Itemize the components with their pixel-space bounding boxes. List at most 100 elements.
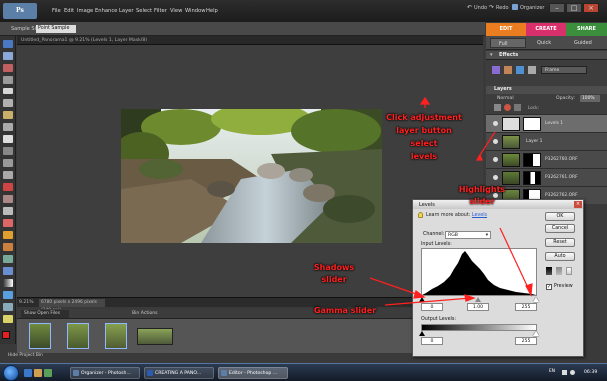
output-black-field[interactable]: 0: [421, 337, 443, 345]
close-icon[interactable]: ×: [574, 201, 582, 208]
language-indicator[interactable]: EN: [549, 369, 555, 374]
redo-icon[interactable]: ↷: [489, 4, 494, 11]
spot-healing-tool-icon[interactable]: [3, 195, 13, 203]
input-black-field[interactable]: 0: [421, 303, 443, 311]
minimize-icon[interactable]: –: [549, 3, 565, 13]
output-black-slider[interactable]: [419, 331, 425, 336]
layer-row-levels[interactable]: Levels 1: [486, 114, 607, 132]
output-white-slider[interactable]: [533, 331, 539, 336]
zoom-level[interactable]: 9.21%: [19, 300, 34, 305]
menu-help[interactable]: Help: [206, 8, 218, 14]
undo-icon[interactable]: ↶: [467, 4, 472, 11]
quick-selection-tool-icon[interactable]: [3, 123, 13, 131]
gamma-slider[interactable]: [475, 297, 481, 302]
paint-bucket-tool-icon[interactable]: [3, 267, 13, 275]
black-eyedropper-icon[interactable]: [546, 267, 552, 275]
effects-category-select[interactable]: Frame: [541, 66, 587, 74]
show-open-files-select[interactable]: Show Open Files: [21, 310, 69, 318]
ok-button[interactable]: OK: [545, 212, 575, 221]
folder-icon[interactable]: [34, 369, 42, 377]
preview-checkbox[interactable]: ✓: [546, 284, 552, 290]
menu-enhance[interactable]: Enhance: [95, 8, 117, 14]
adjustment-layer-icon[interactable]: [504, 104, 511, 111]
input-gamma-field[interactable]: 1.00: [467, 303, 489, 311]
undo-button[interactable]: Undo: [474, 5, 487, 11]
input-white-field[interactable]: 255: [515, 303, 537, 311]
menu-file[interactable]: File: [52, 8, 61, 14]
magic-wand-tool-icon[interactable]: [3, 111, 13, 119]
taskbar-item-document[interactable]: CREATING A PANO...: [144, 367, 214, 379]
crop-tool-icon[interactable]: [3, 147, 13, 155]
visibility-eye-icon[interactable]: [493, 175, 498, 180]
pencil-tool-icon[interactable]: [3, 231, 13, 239]
document-tab[interactable]: Untitled_Panorama1 @ 9.21% (Levels 1, La…: [17, 36, 483, 45]
menu-layer[interactable]: Layer: [119, 8, 133, 14]
tab-guided-edit[interactable]: Guided: [566, 38, 604, 48]
start-button[interactable]: [3, 365, 19, 381]
tab-edit[interactable]: EDIT: [486, 23, 526, 36]
layer-mask-thumbnail[interactable]: [523, 117, 541, 131]
highlights-slider[interactable]: [533, 297, 539, 302]
clone-stamp-tool-icon[interactable]: [3, 207, 13, 215]
filters-icon[interactable]: [492, 66, 500, 74]
volume-icon[interactable]: [570, 370, 575, 375]
blur-tool-icon[interactable]: [3, 303, 13, 311]
lasso-tool-icon[interactable]: [3, 99, 13, 107]
channel-select[interactable]: RGB ▾: [445, 231, 491, 239]
hide-project-bin-toggle[interactable]: Hide Project Bin: [8, 353, 43, 358]
layer-mask-thumbnail[interactable]: [523, 153, 541, 167]
brush-tool-icon[interactable]: [3, 243, 13, 251]
zoom-tool-icon[interactable]: [3, 52, 13, 60]
tab-quick-fix[interactable]: Quick: [529, 38, 565, 48]
new-layer-icon[interactable]: [494, 104, 501, 111]
collapse-arrow-icon[interactable]: ▾: [490, 52, 493, 58]
media-icon[interactable]: [44, 369, 52, 377]
effects-panel-header[interactable]: ▾ Effects: [486, 51, 607, 60]
close-icon[interactable]: ×: [583, 3, 599, 13]
layer-mask-thumbnail[interactable]: [523, 171, 541, 185]
redo-button[interactable]: Redo: [496, 5, 509, 11]
tab-full-edit[interactable]: Full: [490, 38, 526, 48]
tab-share[interactable]: SHARE: [566, 23, 607, 36]
network-icon[interactable]: [562, 370, 567, 375]
layer-row-layer1[interactable]: Layer 1: [486, 132, 607, 150]
layers-panel-header[interactable]: Layers: [486, 86, 607, 94]
layer-styles-icon[interactable]: [504, 66, 512, 74]
sample-size-select[interactable]: Point Sample: [36, 25, 76, 33]
reset-button[interactable]: Reset: [545, 238, 575, 247]
menu-window[interactable]: Window: [185, 8, 205, 14]
menu-view[interactable]: View: [170, 8, 182, 14]
foreground-color-swatch[interactable]: [2, 331, 10, 339]
taskbar-item-organizer[interactable]: Organizer - Photosh...: [70, 367, 140, 379]
output-white-field[interactable]: 255: [515, 337, 537, 345]
gradient-tool-icon[interactable]: [3, 279, 13, 287]
sponge-tool-icon[interactable]: [3, 315, 13, 323]
maximize-icon[interactable]: □: [566, 3, 582, 13]
straighten-tool-icon[interactable]: [3, 171, 13, 179]
blend-mode-select[interactable]: Normal: [497, 96, 514, 101]
opacity-input[interactable]: 100%: [580, 95, 600, 102]
eraser-tool-icon[interactable]: [3, 219, 13, 227]
visibility-eye-icon[interactable]: [493, 139, 498, 144]
visibility-eye-icon[interactable]: [493, 121, 498, 126]
cookie-cutter-tool-icon[interactable]: [3, 159, 13, 167]
marquee-tool-icon[interactable]: [3, 88, 13, 94]
delete-layer-icon[interactable]: [514, 104, 521, 111]
cancel-button[interactable]: Cancel: [545, 224, 575, 233]
red-eye-tool-icon[interactable]: [3, 183, 13, 191]
layer-row-p3262760[interactable]: P3262760.ORF: [486, 150, 607, 168]
bin-actions-button[interactable]: Bin Actions: [132, 311, 158, 316]
show-all-icon[interactable]: [528, 66, 536, 74]
shadows-slider[interactable]: [419, 297, 425, 302]
bin-thumbnail[interactable]: [29, 323, 51, 349]
photo-effects-icon[interactable]: [516, 66, 524, 74]
menu-image[interactable]: Image: [77, 8, 93, 14]
document-info[interactable]: 6780 pixels x 2496 pixels (240 ppi): [39, 299, 105, 313]
bin-thumbnail[interactable]: [105, 323, 127, 349]
eyedropper-tool-icon[interactable]: [3, 64, 13, 72]
organizer-button[interactable]: Organizer: [520, 5, 544, 11]
tab-create[interactable]: CREATE: [526, 23, 566, 36]
move-tool-icon[interactable]: [3, 40, 13, 48]
menu-filter[interactable]: Filter: [154, 8, 167, 14]
bin-thumbnail[interactable]: [67, 323, 89, 349]
